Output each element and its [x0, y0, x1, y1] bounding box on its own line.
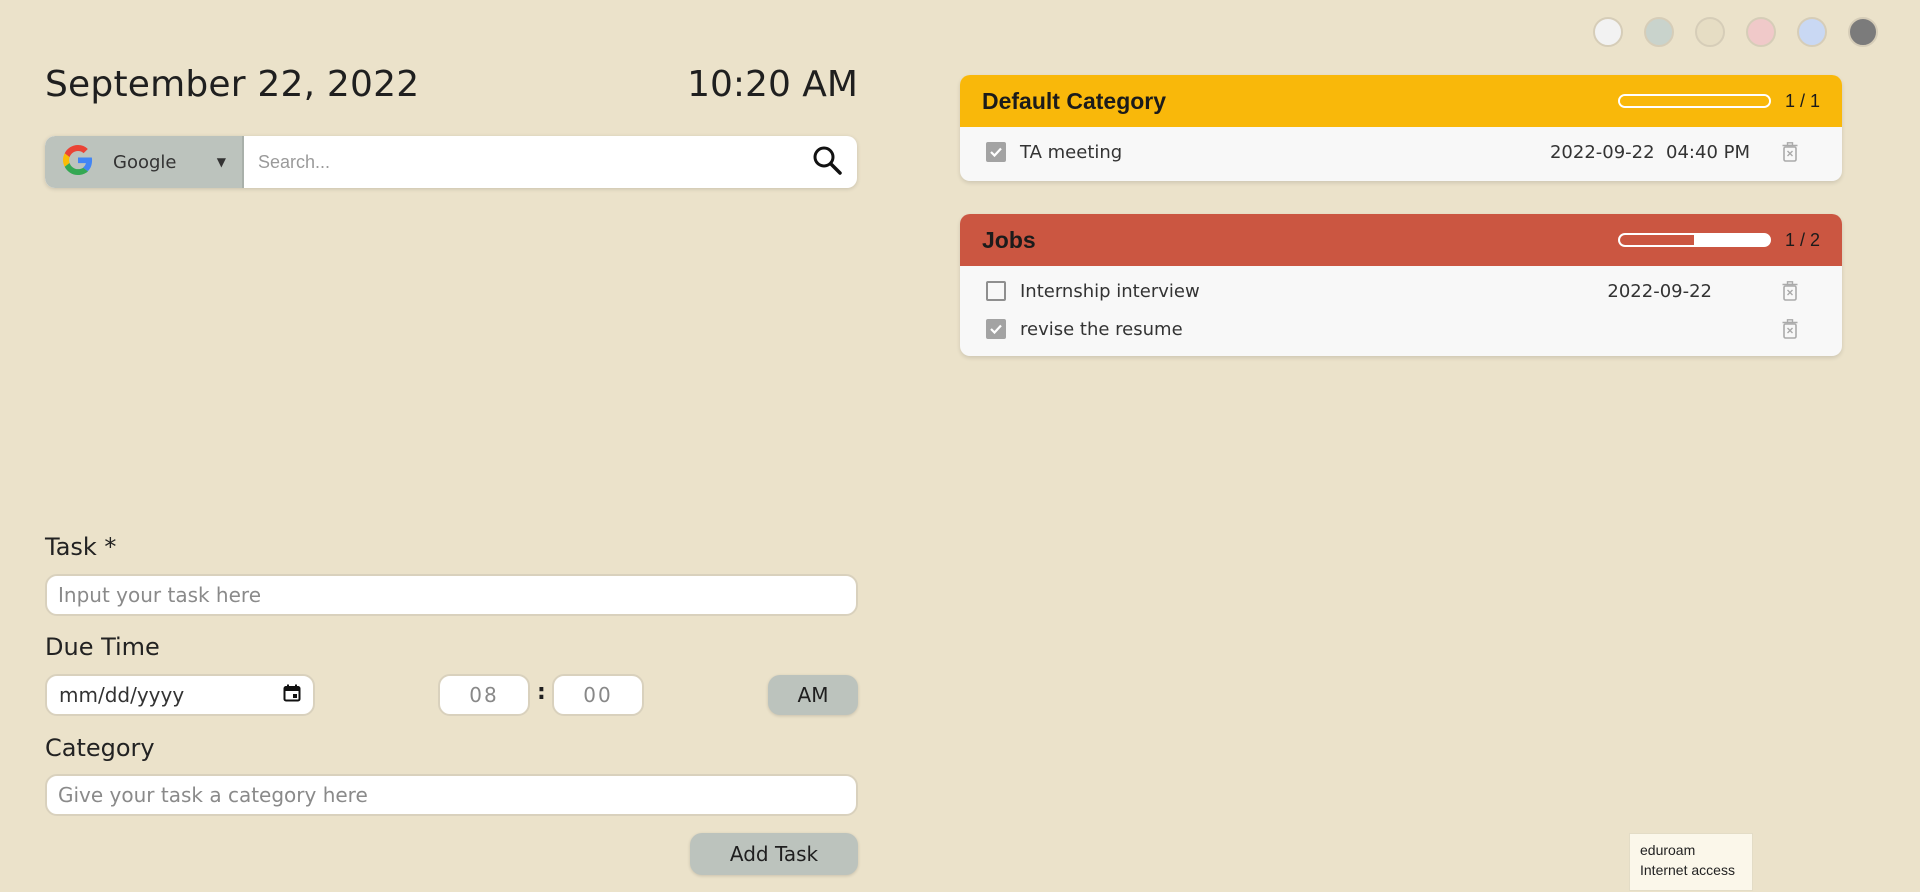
add-task-button[interactable]: Add Task	[690, 833, 858, 875]
category-card-jobs: Jobs 1 / 2 Internship interview 2022-09-…	[960, 214, 1842, 356]
progress-fill	[1619, 235, 1695, 245]
category-count: 1 / 2	[1784, 229, 1820, 250]
time-colon: :	[537, 680, 546, 705]
theme-swatches	[1593, 17, 1878, 47]
minute-input[interactable]: 00	[552, 674, 644, 716]
search-engine-select[interactable]: Google ▼	[45, 136, 244, 188]
category-header: Jobs 1 / 2	[960, 214, 1842, 266]
task-row: TA meeting 2022-09-22 04:40 PM	[960, 133, 1842, 171]
task-input[interactable]	[45, 574, 858, 616]
calendar-icon[interactable]	[283, 683, 301, 707]
theme-swatch-blue[interactable]	[1797, 17, 1827, 47]
search-icon	[812, 145, 842, 179]
category-title: Default Category	[982, 87, 1167, 114]
category-count: 1 / 1	[1784, 90, 1820, 111]
current-date: September 22, 2022	[45, 64, 420, 105]
theme-swatch-white[interactable]	[1593, 17, 1623, 47]
search-engine-label: Google	[113, 151, 177, 173]
due-time-label: Due Time	[45, 633, 160, 661]
progress-fill	[1619, 96, 1769, 106]
category-progress-bar	[1617, 94, 1771, 108]
category-header: Default Category 1 / 1	[960, 75, 1842, 127]
search-button[interactable]	[797, 136, 857, 188]
chevron-down-icon: ▼	[216, 155, 226, 169]
delete-icon[interactable]	[1776, 319, 1804, 339]
task-due: 2022-09-22	[1607, 280, 1712, 302]
task-checkbox[interactable]	[986, 142, 1006, 162]
task-title: Internship interview	[1020, 280, 1200, 302]
network-status: Internet access	[1640, 862, 1735, 878]
category-card-default: Default Category 1 / 1 TA meeting 2022-0…	[960, 75, 1842, 181]
theme-swatch-pink[interactable]	[1746, 17, 1776, 47]
category-label: Category	[45, 734, 155, 762]
category-input[interactable]	[45, 774, 858, 816]
theme-swatch-sage[interactable]	[1644, 17, 1674, 47]
category-title: Jobs	[982, 226, 1036, 253]
task-due: 2022-09-22 04:40 PM	[1549, 141, 1750, 163]
delete-icon[interactable]	[1776, 281, 1804, 301]
network-tooltip: eduroam Internet access	[1629, 833, 1753, 891]
am-pm-toggle[interactable]: AM	[768, 675, 858, 715]
network-name: eduroam	[1640, 842, 1696, 858]
task-row: revise the resume	[960, 310, 1842, 348]
search-input[interactable]	[244, 136, 797, 188]
category-progress-bar	[1617, 233, 1771, 247]
current-time: 10:20 AM	[687, 64, 858, 105]
task-title: revise the resume	[1020, 318, 1183, 340]
task-checkbox[interactable]	[986, 281, 1006, 301]
delete-icon[interactable]	[1776, 142, 1804, 162]
google-logo-icon	[63, 144, 93, 180]
task-title: TA meeting	[1020, 141, 1123, 163]
theme-swatch-gray[interactable]	[1848, 17, 1878, 47]
task-label: Task *	[45, 533, 117, 561]
task-checkbox[interactable]	[986, 319, 1006, 339]
task-row: Internship interview 2022-09-22	[960, 272, 1842, 310]
due-date-placeholder: mm/dd/yyyy	[59, 683, 185, 707]
search-bar: Google ▼	[45, 136, 857, 188]
theme-swatch-beige[interactable]	[1695, 17, 1725, 47]
due-date-input[interactable]: mm/dd/yyyy	[45, 674, 315, 716]
hour-input[interactable]: 08	[438, 674, 530, 716]
